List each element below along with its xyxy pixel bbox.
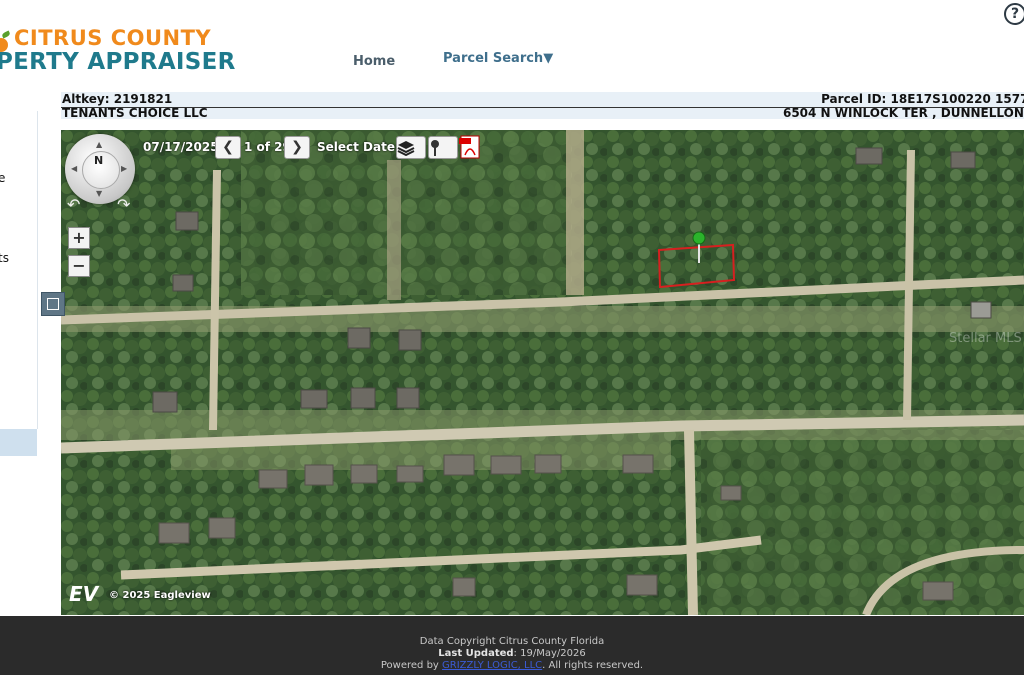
help-icon[interactable]: ? (1004, 3, 1024, 25)
pan-right-icon[interactable]: ▶ (121, 164, 127, 173)
mls-watermark: Stellar MLS (949, 331, 1022, 346)
imagery-date: 07/17/2025 (143, 140, 219, 154)
location-pin-icon[interactable] (692, 231, 706, 245)
parcel-id-label: Parcel ID: 18E17S100220 15770 013 (821, 92, 1024, 106)
eagleview-logo: EV (69, 582, 99, 606)
previous-date-button[interactable]: ❮ (215, 136, 241, 159)
aerial-imagery (61, 130, 1024, 615)
zoom-out-button[interactable]: − (68, 255, 90, 277)
fullscreen-icon (47, 298, 59, 310)
pdf-icon (459, 135, 480, 159)
page-footer: Data Copyright Citrus County Florida Las… (0, 616, 1024, 675)
footer-powered-by: Powered by GRIZZLY LOGIC, LLC. All right… (0, 660, 1024, 671)
altkey-label: Altkey: 2191821 (62, 92, 173, 106)
logo-line1: CITRUS COUNTY (14, 26, 212, 50)
nav-home[interactable]: Home (353, 54, 395, 69)
select-date-dropdown[interactable]: Select Date ▾ (317, 140, 405, 154)
aerial-map[interactable]: N ▲ ▼ ◀ ▶ ↶ ↷ + − 07/17/2025 ❮ 1 of 29 ❯… (61, 130, 1024, 615)
left-panel-text-fragment: e (0, 171, 6, 185)
last-updated-label: Last Updated (438, 648, 514, 659)
left-panel-text-fragment: ts (0, 251, 9, 265)
pan-up-icon[interactable]: ▲ (96, 140, 102, 149)
property-address: 6504 N WINLOCK TER , DUNNELLON, 3443 (782, 106, 1024, 120)
nav-parcel-search[interactable]: Parcel Search▼ (443, 51, 553, 66)
zoom-in-button[interactable]: + (68, 227, 90, 249)
pan-left-icon[interactable]: ◀ (71, 164, 77, 173)
left-side-panel: e ts (0, 111, 38, 456)
footer-last-updated: Last Updated: 19/May/2026 (0, 648, 1024, 659)
next-date-button[interactable]: ❯ (284, 136, 310, 159)
rights-text: . All rights reserved. (542, 660, 644, 671)
footer-copyright: Data Copyright Citrus County Florida (419, 636, 605, 647)
layers-icon (397, 141, 415, 156)
powered-by-link[interactable]: GRIZZLY LOGIC, LLC (442, 660, 542, 671)
compass-icon[interactable]: N ▲ ▼ ◀ ▶ (65, 134, 135, 204)
compass-north-label: N (94, 154, 104, 167)
county-logo[interactable]: CITRUS COUNTY PERTY APPRAISER (0, 24, 235, 80)
powered-by-label: Powered by (380, 660, 439, 671)
pin-icon (431, 140, 439, 156)
rotate-left-icon[interactable]: ↶ (67, 197, 85, 213)
pin-button[interactable] (428, 136, 458, 159)
imagery-copyright: © 2025 Eagleview (109, 590, 211, 601)
pdf-export-button[interactable] (459, 135, 481, 159)
rotate-right-icon[interactable]: ↷ (117, 197, 135, 213)
logo-line2: PERTY APPRAISER (0, 49, 236, 75)
left-panel-content: e ts (0, 111, 38, 429)
last-updated-value: : 19/May/2026 (513, 648, 586, 659)
parcel-info-bar: Altkey: 2191821 Parcel ID: 18E17S100220 … (61, 92, 1024, 120)
owner-name: TENANTS CHOICE LLC (62, 106, 208, 120)
fullscreen-button[interactable] (41, 292, 65, 316)
layers-button[interactable] (396, 136, 426, 159)
pan-down-icon[interactable]: ▼ (96, 189, 102, 198)
left-panel-selected-item[interactable] (0, 429, 37, 456)
